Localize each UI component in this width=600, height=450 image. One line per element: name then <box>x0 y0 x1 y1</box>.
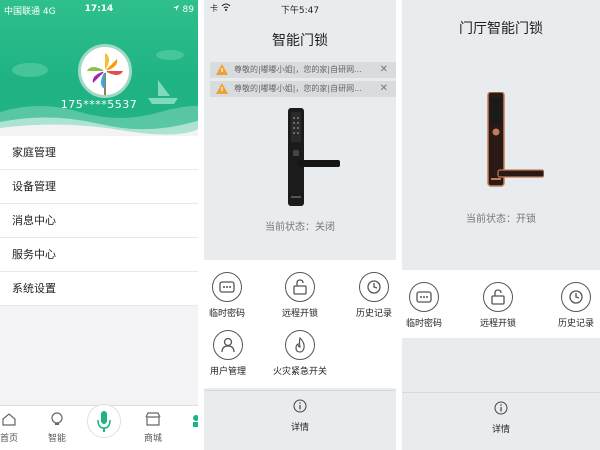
lock-state: 当前状态：开锁 <box>466 214 536 225</box>
warning-icon <box>216 64 228 75</box>
pinwheel-icon <box>87 53 123 95</box>
action-grid: 临时密码 远程开锁 历史记录 用户管理 火灾紧急开关 <box>204 260 396 388</box>
tab-home-label: 首页 <box>0 434 18 444</box>
battery-text: 89 <box>182 5 194 15</box>
lock-screen-1: 卡 下午5:47 智能门锁 尊敬的|嘟嘟小姐|，您的家|自研网... ✕ 尊敬的… <box>204 0 396 450</box>
lock-screen-2: 门厅智能门锁 当前状态：开锁 临时密码 远程开锁 历史记录 详情 <box>402 0 600 450</box>
unlock-icon <box>483 282 513 312</box>
notice-banner-1[interactable]: 尊敬的|嘟嘟小姐|，您的家|自研网... ✕ <box>210 62 396 78</box>
menu-item-devices[interactable]: 设备管理 <box>0 170 198 204</box>
user-icon <box>213 330 243 360</box>
avatar[interactable] <box>78 44 132 98</box>
temp-password-icon <box>409 282 439 312</box>
remote-unlock-label: 远程开锁 <box>479 319 516 329</box>
battery-indicator: 89 <box>172 4 194 15</box>
detail-label: 详情 <box>290 423 309 433</box>
close-icon[interactable]: ✕ <box>380 81 388 97</box>
remote-unlock-button[interactable]: 远程开锁 <box>476 282 520 329</box>
menu-item-service[interactable]: 服务中心 <box>0 238 198 272</box>
tab-smart[interactable]: 智能 <box>42 412 72 444</box>
location-icon <box>172 5 179 11</box>
tab-home[interactable]: 首页 <box>0 412 24 444</box>
profile-screen: 中国联通 4G 17:14 89 175****5537 家庭管理 设备管理 消… <box>0 0 198 450</box>
temp-password-label: 临时密码 <box>405 319 442 329</box>
notice-text-1: 尊敬的|嘟嘟小姐|，您的家|自研网... <box>234 65 362 74</box>
tab-mall[interactable]: 商城 <box>138 412 168 444</box>
history-button[interactable]: 历史记录 <box>554 282 598 329</box>
microphone-icon <box>97 411 111 432</box>
time-text: 下午5:47 <box>280 6 320 16</box>
door-lock-image <box>288 108 340 206</box>
close-icon[interactable]: ✕ <box>380 62 388 78</box>
unlock-icon <box>285 272 315 302</box>
history-label: 历史记录 <box>557 319 594 329</box>
profile-menu: 家庭管理 设备管理 消息中心 服务中心 系统设置 <box>0 136 198 306</box>
status-bar: 中国联通 4G 17:14 89 <box>0 0 198 18</box>
detail-button[interactable]: 详情 <box>204 399 396 433</box>
page-title: 门厅智能门锁 <box>459 21 543 37</box>
user-manage-label: 用户管理 <box>209 367 246 377</box>
notice-text-2: 尊敬的|嘟嘟小姐|，您的家|自研网... <box>234 84 362 93</box>
remote-unlock-button[interactable]: 远程开锁 <box>278 272 322 319</box>
history-icon <box>359 272 389 302</box>
phone-number: 175****5537 <box>60 98 138 111</box>
remote-unlock-label: 远程开锁 <box>281 309 318 319</box>
detail-label: 详情 <box>491 425 510 435</box>
temp-password-button[interactable]: 临时密码 <box>402 282 446 329</box>
info-icon <box>293 399 307 413</box>
menu-item-messages[interactable]: 消息中心 <box>0 204 198 238</box>
fire-icon <box>285 330 315 360</box>
fire-switch-button[interactable]: 火灾紧急开关 <box>270 330 330 377</box>
action-grid: 临时密码 远程开锁 历史记录 <box>402 270 600 338</box>
tab-more-edge[interactable] <box>188 414 198 431</box>
detail-bar[interactable]: 详情 <box>402 392 600 450</box>
user-manage-button[interactable]: 用户管理 <box>206 330 250 377</box>
info-icon <box>494 401 508 415</box>
temp-password-label: 临时密码 <box>208 309 245 319</box>
temp-password-button[interactable]: 临时密码 <box>206 272 248 319</box>
warning-icon <box>216 83 228 94</box>
bulb-icon <box>51 412 63 425</box>
detail-button[interactable]: 详情 <box>402 401 600 435</box>
tab-smart-label: 智能 <box>47 434 66 444</box>
fire-switch-label: 火灾紧急开关 <box>272 367 327 377</box>
tab-bar: 首页 智能 商城 <box>0 404 198 450</box>
page-title: 智能门锁 <box>272 33 328 49</box>
history-icon <box>561 282 591 312</box>
menu-item-family[interactable]: 家庭管理 <box>0 136 198 170</box>
menu-item-settings[interactable]: 系统设置 <box>0 272 198 306</box>
status-bar: 卡 下午5:47 <box>204 0 396 18</box>
tab-mall-label: 商城 <box>143 434 162 444</box>
user-icon <box>193 415 198 427</box>
time-text: 17:14 <box>84 4 114 14</box>
detail-bar[interactable]: 详情 <box>204 390 396 450</box>
home-icon <box>2 413 16 426</box>
door-lock-image <box>487 92 544 187</box>
notice-banner-2[interactable]: 尊敬的|嘟嘟小姐|，您的家|自研网... ✕ <box>210 81 396 97</box>
temp-password-icon <box>212 272 242 302</box>
store-icon <box>145 412 161 426</box>
voice-button[interactable] <box>87 404 121 438</box>
history-label: 历史记录 <box>355 309 392 319</box>
history-button[interactable]: 历史记录 <box>352 272 396 319</box>
lock-state: 当前状态：关闭 <box>265 222 335 233</box>
profile-header: 中国联通 4G 17:14 89 175****5537 <box>0 0 198 136</box>
